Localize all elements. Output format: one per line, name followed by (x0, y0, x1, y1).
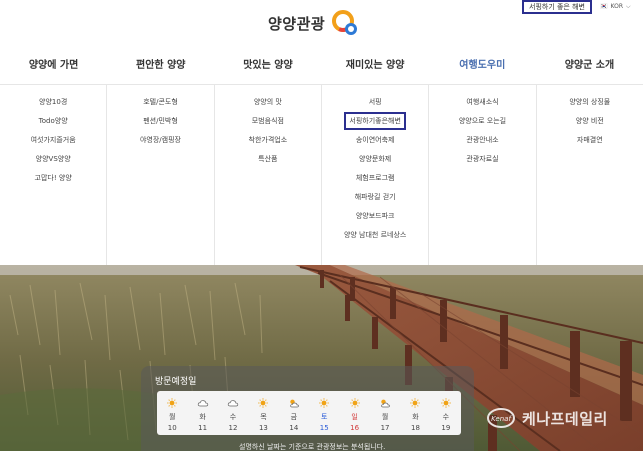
menu-item[interactable]: 양양의 맛 (254, 93, 282, 112)
menu-column: 여행새소식 양양으로 오는길 관광안내소 관광자료실 (429, 85, 537, 265)
nav-item[interactable]: 양양에 가면 (0, 48, 107, 84)
weather-day[interactable]: 수 12 (218, 391, 248, 435)
date-number: 17 (380, 424, 390, 432)
site-header: 양양관광 서핑하기 좋은 해변 🇰🇷 KOR ⌵ (0, 0, 643, 48)
sunny-icon (440, 393, 452, 412)
nav-item[interactable]: 양양군 소개 (536, 48, 643, 84)
weekday-label: 화 (199, 413, 206, 421)
weekday-label: 화 (412, 413, 419, 421)
menu-item[interactable]: 고맙다! 양양 (35, 169, 72, 188)
menu-item[interactable]: 양양보드파크 (356, 207, 395, 226)
sunny-icon (409, 393, 421, 412)
menu-item[interactable]: 양양10경 (39, 93, 67, 112)
partly-cloudy-icon (288, 393, 300, 412)
menu-column: 양양10경 Todo양양 여섯가지즐거움 양양VS양양 고맙다! 양양 (0, 85, 108, 265)
weather-day-strip: 월 10 화 11 수 12 목 13 금 14 토 15 일 16 월 17 화 18 수 19 (157, 391, 461, 435)
watermark-text: 케나프데일리 (522, 409, 608, 428)
menu-item[interactable]: 송이연어축제 (356, 131, 395, 150)
date-number: 18 (410, 424, 420, 432)
sunny-icon (349, 393, 361, 412)
weather-note: 설명하신 날짜는 기준으로 관광정보는 분석됩니다. (239, 443, 386, 451)
logo-text: 양양관광 (268, 14, 326, 33)
weather-day[interactable]: 토 15 (309, 391, 339, 435)
date-number: 10 (167, 424, 177, 432)
menu-item[interactable]: 서핑 (369, 93, 382, 112)
weather-day[interactable]: 월 10 (157, 391, 187, 435)
date-number: 19 (441, 424, 451, 432)
date-number: 12 (228, 424, 238, 432)
weather-day[interactable]: 화 18 (400, 391, 430, 435)
menu-column: 서핑 서핑하기좋은해변 송이연어축제 양양문화제 체험프로그램 해파랑길 걷기 … (322, 85, 430, 265)
date-number: 15 (319, 424, 329, 432)
nav-item[interactable]: 편안한 양양 (107, 48, 214, 84)
logo-mark-icon (332, 10, 358, 35)
menu-item[interactable]: 관광자료실 (466, 150, 498, 169)
main-nav: 양양에 가면 편안한 양양 맛있는 양양 재미있는 양양 여행도우미 양양군 소… (0, 48, 643, 84)
weekday-label: 일 (351, 413, 358, 421)
menu-item[interactable]: 양양 남대천 르네상스 (344, 226, 406, 245)
weather-day[interactable]: 금 14 (279, 391, 309, 435)
menu-item[interactable]: 모범음식점 (252, 112, 284, 131)
weekday-label: 월 (381, 413, 389, 421)
kenaf-logo-text: Kenaf (491, 415, 512, 423)
weather-day[interactable]: 월 17 (370, 391, 400, 435)
cloudy-icon (227, 393, 239, 412)
menu-item[interactable]: 여행새소식 (466, 93, 498, 112)
menu-column: 호텔/콘도형 펜션/민박형 야영장/캠핑장 (107, 85, 215, 265)
menu-item[interactable]: 양양으로 오는길 (459, 112, 506, 131)
menu-item[interactable]: 착한가격업소 (249, 131, 288, 150)
weekday-label: 금 (290, 413, 298, 421)
nav-item[interactable]: 재미있는 양양 (322, 48, 429, 84)
weekday-label: 목 (260, 413, 267, 421)
visit-date-title: 방문예정일 (155, 377, 197, 387)
menu-item[interactable]: 특산품 (258, 150, 277, 169)
sunny-icon (257, 393, 269, 412)
menu-item[interactable]: 양양의 상징물 (569, 93, 610, 112)
kenaf-logo-icon: Kenaf (487, 408, 515, 428)
weather-day[interactable]: 목 13 (248, 391, 278, 435)
weather-day[interactable]: 수 19 (431, 391, 461, 435)
weekday-label: 수 (442, 413, 450, 421)
language-code: KOR (610, 3, 623, 10)
chevron-down-icon: ⌵ (625, 3, 631, 10)
menu-item[interactable]: 체험프로그램 (356, 169, 395, 188)
language-selector[interactable]: 🇰🇷 KOR ⌵ (600, 1, 631, 13)
menu-item[interactable]: 해파랑길 걷기 (355, 188, 396, 207)
sunny-icon (166, 393, 178, 412)
menu-item[interactable]: 야영장/캠핑장 (140, 131, 181, 150)
menu-item[interactable]: 펜션/민박형 (143, 112, 178, 131)
menu-item[interactable]: Todo양양 (39, 112, 68, 131)
date-number: 11 (198, 424, 208, 432)
menu-item[interactable]: 여섯가지즐거움 (31, 131, 76, 150)
weekday-label: 수 (229, 413, 237, 421)
partly-cloudy-icon (379, 393, 391, 412)
cloudy-icon (197, 393, 209, 412)
weekday-label: 토 (321, 413, 328, 421)
weather-day[interactable]: 화 11 (187, 391, 217, 435)
menu-item[interactable]: 관광안내소 (466, 131, 498, 150)
date-number: 13 (258, 424, 268, 432)
nav-item[interactable]: 여행도우미 (429, 48, 536, 84)
menu-item[interactable]: 양양VS양양 (36, 150, 71, 169)
mega-menu: 양양10경 Todo양양 여섯가지즐거움 양양VS양양 고맙다! 양양 호텔/콘… (0, 84, 643, 265)
surf-beach-link[interactable]: 서핑하기 좋은 해변 (522, 0, 592, 14)
nav-item[interactable]: 맛있는 양양 (214, 48, 321, 84)
weekday-label: 월 (168, 413, 176, 421)
site-logo[interactable]: 양양관광 (268, 8, 359, 38)
menu-item[interactable]: 양양 비전 (576, 112, 604, 131)
kenaf-daily-watermark: Kenaf 케나프데일리 (486, 407, 608, 429)
korea-flag-icon: 🇰🇷 (600, 3, 608, 10)
visit-date-weather-panel: 방문예정일 월 10 화 11 수 12 목 13 금 14 토 15 일 16 월 17 화 18 수 19 설명하… (141, 366, 474, 451)
menu-column: 양양의 상징물 양양 비전 자매결연 (537, 85, 643, 265)
menu-item[interactable]: 호텔/콘도형 (143, 93, 178, 112)
menu-item[interactable]: 자매결연 (577, 131, 603, 150)
menu-column: 양양의 맛 모범음식점 착한가격업소 특산품 (215, 85, 322, 265)
menu-item[interactable]: 양양문화제 (359, 150, 391, 169)
date-number: 16 (350, 424, 360, 432)
weather-day[interactable]: 일 16 (339, 391, 369, 435)
date-number: 14 (289, 424, 299, 432)
menu-item-surf-beach-highlighted[interactable]: 서핑하기좋은해변 (344, 112, 406, 130)
sunny-icon (318, 393, 330, 412)
